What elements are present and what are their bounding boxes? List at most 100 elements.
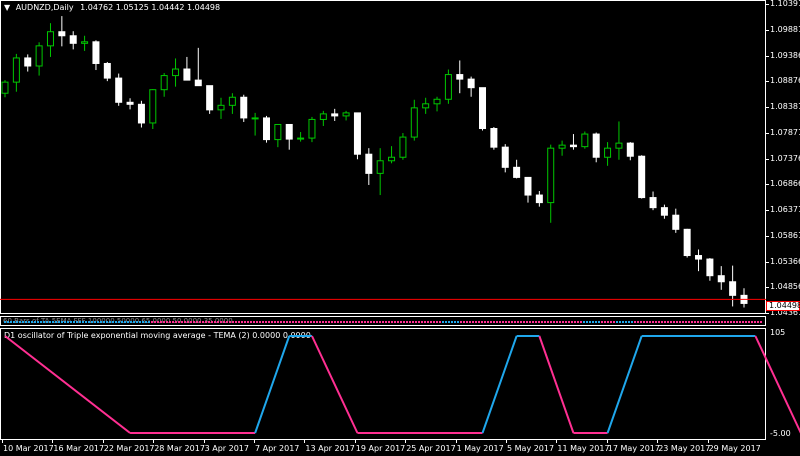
strip-dot <box>622 321 624 323</box>
strip-dot <box>58 321 60 323</box>
strip-dot <box>223 321 225 323</box>
strip-dot <box>727 321 729 323</box>
candle-body <box>58 31 66 37</box>
candle-body <box>444 74 452 100</box>
strip-dot <box>169 321 171 323</box>
strip-dot <box>22 321 24 323</box>
chart-canvas <box>0 16 800 434</box>
strip-dot <box>598 321 600 323</box>
strip-dot <box>229 321 231 323</box>
candle-body <box>331 113 339 117</box>
candle-body <box>103 62 111 79</box>
strip-dot <box>658 321 660 323</box>
candle-body <box>479 87 487 130</box>
strip-dot <box>214 321 216 323</box>
strip-dot <box>325 321 327 323</box>
strip-dot <box>637 321 639 323</box>
strip-dot <box>697 321 699 323</box>
strip-dot <box>352 321 354 323</box>
candle-body <box>672 214 680 230</box>
strip-dot <box>700 321 702 323</box>
strip-dot <box>634 321 636 323</box>
strip-dot <box>82 321 84 323</box>
candle-body <box>501 146 509 168</box>
strip-dot <box>259 321 261 323</box>
strip-dot <box>535 321 537 323</box>
strip-dot <box>442 321 444 323</box>
strip-dot <box>205 321 207 323</box>
strip-dot <box>460 321 462 323</box>
candle-body <box>342 112 350 117</box>
strip-dot <box>718 321 720 323</box>
strip-dot <box>646 321 648 323</box>
strip-dot <box>547 321 549 323</box>
candle-body <box>217 104 225 111</box>
strip-dot <box>319 321 321 323</box>
strip-dot <box>670 321 672 323</box>
strip-dot <box>367 321 369 323</box>
candle-body <box>706 258 714 277</box>
strip-dot <box>136 321 138 323</box>
candle-body <box>376 160 384 174</box>
strip-dot <box>664 321 666 323</box>
strip-dot <box>364 321 366 323</box>
strip-dot <box>655 321 657 323</box>
oscillator-segment <box>481 335 518 434</box>
candle-body <box>604 147 612 158</box>
strip-dot <box>724 321 726 323</box>
strip-dot <box>226 321 228 323</box>
strip-dot <box>49 321 51 323</box>
strip-dot <box>109 321 111 323</box>
strip-dot <box>514 321 516 323</box>
strip-dot <box>400 321 402 323</box>
strip-dot <box>730 321 732 323</box>
oscillator-segment <box>311 335 359 434</box>
strip-dot <box>673 321 675 323</box>
strip-dot <box>370 321 372 323</box>
candle-body <box>285 123 293 140</box>
strip-dot <box>652 321 654 323</box>
candle-body <box>251 117 259 120</box>
strip-dot <box>121 321 123 323</box>
strip-dot <box>103 321 105 323</box>
strip-dot <box>745 321 747 323</box>
strip-dot <box>703 321 705 323</box>
strip-dot <box>172 321 174 323</box>
strip-dot <box>184 321 186 323</box>
strip-dot <box>508 321 510 323</box>
candle-body <box>638 155 646 199</box>
strip-dot <box>709 321 711 323</box>
strip-dot <box>124 321 126 323</box>
strip-dot <box>754 321 756 323</box>
strip-dot <box>628 321 630 323</box>
strip-dot <box>604 321 606 323</box>
strip-dot <box>46 321 48 323</box>
strip-dot <box>85 321 87 323</box>
strip-dot <box>502 321 504 323</box>
strip-dot <box>538 321 540 323</box>
strip-dot <box>304 321 306 323</box>
strip-dot <box>31 321 33 323</box>
candle-body <box>365 153 373 174</box>
candle-body <box>262 117 270 141</box>
strip-dot <box>487 321 489 323</box>
strip-dot <box>379 321 381 323</box>
strip-dot <box>577 321 579 323</box>
strip-dot <box>439 321 441 323</box>
strip-dot <box>298 321 300 323</box>
strip-dot <box>619 321 621 323</box>
strip-dot <box>307 321 309 323</box>
strip-dot <box>661 321 663 323</box>
strip-dot <box>406 321 408 323</box>
strip-dot <box>76 321 78 323</box>
strip-dot <box>517 321 519 323</box>
strip-dot <box>679 321 681 323</box>
strip-dot <box>559 321 561 323</box>
strip-dot <box>688 321 690 323</box>
candle-body <box>649 197 657 209</box>
strip-dot <box>178 321 180 323</box>
strip-dot <box>613 321 615 323</box>
strip-dot <box>127 321 129 323</box>
strip-dot <box>256 321 258 323</box>
strip-dot <box>556 321 558 323</box>
